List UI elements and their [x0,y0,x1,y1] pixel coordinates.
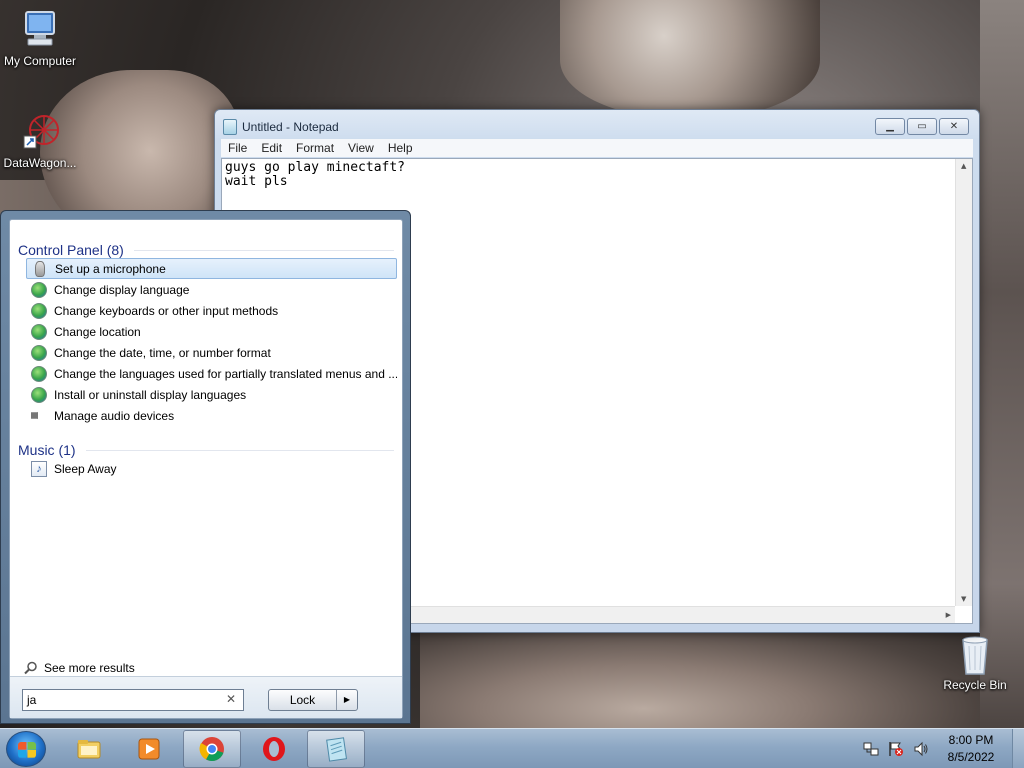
notepad-content[interactable]: guys go play minectaft? wait pls [225,161,405,189]
action-center-flag-icon[interactable] [888,741,904,757]
result-install-display-languages[interactable]: Install or uninstall display languages [26,384,397,405]
clock[interactable]: 8:00 PM 8/5/2022 [938,732,1004,766]
result-change-location[interactable]: Change location [26,321,397,342]
close-icon: ✕ [949,121,959,132]
windows-logo-icon [18,742,36,758]
opera-icon [263,737,285,761]
recycle-bin-label: Recycle Bin [943,678,1007,692]
notepad-icon [223,119,237,135]
shutdown-options-arrow-icon[interactable]: ▶ [337,690,357,710]
maximize-icon: ▭ [917,121,927,132]
result-sleep-away[interactable]: ♪ Sleep Away [26,458,397,479]
result-label: Change the date, time, or number format [54,345,271,360]
taskbar-media-player-button[interactable] [120,730,178,768]
start-menu-footer: ja ✕ Lock ▶ [10,676,402,718]
datawagon-desktop-icon[interactable]: DataWagon... [0,110,80,170]
menu-help[interactable]: Help [381,141,420,155]
minimize-icon: ▁ [886,121,894,132]
notepad-title: Untitled - Notepad [242,120,339,134]
see-more-results-link[interactable]: See more results [24,661,135,675]
clock-date: 8/5/2022 [947,750,995,764]
wallpaper-cat-fur [560,0,820,120]
my-computer-desktop-icon[interactable]: My Computer [0,8,80,68]
taskbar-opera-button[interactable] [245,730,303,768]
result-set-up-microphone[interactable]: Set up a microphone [26,258,397,279]
result-label: Change the languages used for partially … [54,366,397,381]
result-change-languages-menus[interactable]: Change the languages used for partially … [26,363,397,384]
start-menu: Control Panel (8) Set up a microphone Ch… [0,210,411,724]
media-player-icon [138,738,160,760]
result-change-date-format[interactable]: Change the date, time, or number format [26,342,397,363]
close-button[interactable]: ✕ [939,118,969,135]
chrome-icon [199,737,224,761]
control-panel-icon [31,281,47,298]
control-panel-icon [31,365,47,382]
system-tray: 8:00 PM 8/5/2022 [863,729,1024,768]
taskbar-explorer-button[interactable] [60,730,118,768]
group-header-control-panel[interactable]: Control Panel (8) [18,242,394,258]
control-panel-icon [31,344,47,361]
recycle-bin-icon [962,636,988,675]
taskbar-notepad-button[interactable] [307,730,365,768]
search-input[interactable]: ja [22,689,244,711]
result-label: Manage audio devices [54,408,175,423]
music-file-icon: ♪ [31,460,47,477]
result-label: Sleep Away [54,461,117,476]
search-icon [24,661,37,675]
notepad-menubar: File Edit Format View Help [221,139,973,157]
lock-label: Lock [269,690,337,710]
show-desktop-button[interactable] [1012,729,1024,768]
microphone-icon [35,260,45,277]
result-label: Set up a microphone [55,261,166,276]
menu-view[interactable]: View [341,141,381,155]
notepad-icon [326,737,348,762]
scroll-down-icon[interactable]: ▼ [961,595,966,603]
my-computer-label: My Computer [3,54,77,68]
notepad-titlebar[interactable]: Untitled - Notepad [223,119,339,135]
see-more-label: See more results [44,661,135,675]
start-button[interactable] [6,731,46,767]
scroll-right-icon[interactable]: ▶ [946,611,951,619]
clock-time: 8:00 PM [948,733,994,747]
result-label: Change display language [54,282,190,297]
result-label: Install or uninstall display languages [54,387,247,402]
start-menu-results: Control Panel (8) Set up a microphone Ch… [9,219,403,719]
volume-icon[interactable] [913,741,929,757]
result-change-keyboards[interactable]: Change keyboards or other input methods [26,300,397,321]
window-controls: ▁ ▭ ✕ [875,118,969,135]
result-label: Change keyboards or other input methods [54,303,279,318]
group-header-music[interactable]: Music (1) [18,442,394,458]
windows-explorer-icon [77,740,101,759]
menu-edit[interactable]: Edit [254,141,289,155]
network-icon[interactable] [863,741,879,757]
wallpaper-right-edge [980,0,1024,730]
result-label: Change location [54,324,141,339]
control-panel-icon [31,386,47,403]
result-manage-audio-devices[interactable]: Manage audio devices [26,405,397,426]
recycle-bin-desktop-icon[interactable]: Recycle Bin [935,632,1015,692]
lock-button[interactable]: Lock ▶ [268,689,358,711]
maximize-button[interactable]: ▭ [907,118,937,135]
clear-search-icon[interactable]: ✕ [226,692,236,706]
control-panel-icon [31,323,47,340]
taskbar-chrome-button[interactable] [183,730,241,768]
scroll-up-icon[interactable]: ▲ [961,162,966,170]
result-change-display-language[interactable]: Change display language [26,279,397,300]
datawagon-icon [23,115,59,149]
datawagon-label: DataWagon... [3,156,77,170]
vertical-scrollbar[interactable]: ▲ ▼ [955,159,972,606]
speaker-icon [31,407,44,424]
minimize-button[interactable]: ▁ [875,118,905,135]
control-panel-icon [31,302,47,319]
taskbar: 8:00 PM 8/5/2022 [0,728,1024,768]
menu-file[interactable]: File [221,141,254,155]
computer-icon [25,11,55,46]
menu-format[interactable]: Format [289,141,341,155]
